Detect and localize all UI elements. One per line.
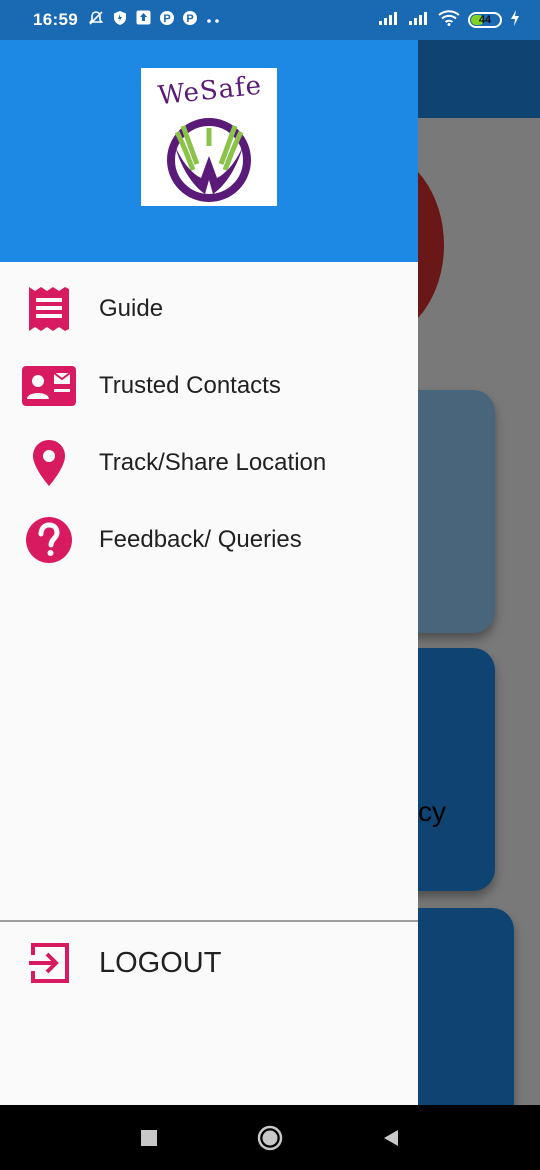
receipt-icon — [22, 282, 76, 336]
svg-text:P: P — [163, 13, 170, 25]
alarm-off-icon — [88, 10, 104, 31]
signal-icon — [408, 10, 430, 31]
battery-percent: 44 — [478, 14, 492, 26]
p-icon: P — [159, 10, 174, 31]
drawer-menu: Guide Trusted Contacts Track/Share Locat… — [0, 262, 418, 578]
battery-icon: 44 — [468, 12, 502, 28]
logout-icon — [22, 936, 76, 990]
p-icon: P — [182, 10, 197, 31]
svg-text:P: P — [186, 13, 193, 25]
menu-item-label: Guide — [99, 294, 164, 322]
logout-label: LOGOUT — [99, 946, 222, 979]
navigation-drawer: WeSafe Guide Trusted Contacts Track/Shar… — [0, 40, 418, 1105]
notification-icons: P P — [88, 10, 220, 31]
logout-button[interactable]: LOGOUT — [0, 928, 418, 998]
system-nav-bar — [0, 1105, 540, 1170]
shield-icon — [113, 10, 127, 31]
home-circle-icon[interactable] — [252, 1120, 288, 1156]
back-triangle-icon[interactable] — [373, 1120, 409, 1156]
more-dots-icon — [206, 11, 220, 29]
drawer-header: WeSafe — [0, 40, 418, 262]
wesafe-logo: WeSafe — [141, 68, 277, 206]
menu-item-trusted-contacts[interactable]: Trusted Contacts — [0, 347, 418, 424]
recents-square-icon[interactable] — [131, 1120, 167, 1156]
menu-item-label: Feedback/ Queries — [99, 525, 302, 553]
system-icons: 44 — [378, 9, 520, 31]
help-icon — [22, 513, 76, 567]
menu-item-track-share-location[interactable]: Track/Share Location — [0, 424, 418, 501]
signal-icon — [378, 10, 400, 31]
status-bar: 16:59 P P 44 — [0, 0, 540, 40]
menu-item-feedback-queries[interactable]: Feedback/ Queries — [0, 501, 418, 578]
contact-card-icon — [22, 359, 76, 413]
upload-icon — [136, 10, 151, 30]
menu-item-label: Track/Share Location — [99, 448, 327, 476]
charging-icon — [510, 9, 520, 31]
wifi-icon — [438, 9, 460, 31]
menu-item-label: Trusted Contacts — [99, 371, 281, 399]
location-pin-icon — [22, 436, 76, 490]
status-time: 16:59 — [33, 10, 78, 29]
menu-item-guide[interactable]: Guide — [0, 270, 418, 347]
drawer-divider — [0, 920, 418, 922]
